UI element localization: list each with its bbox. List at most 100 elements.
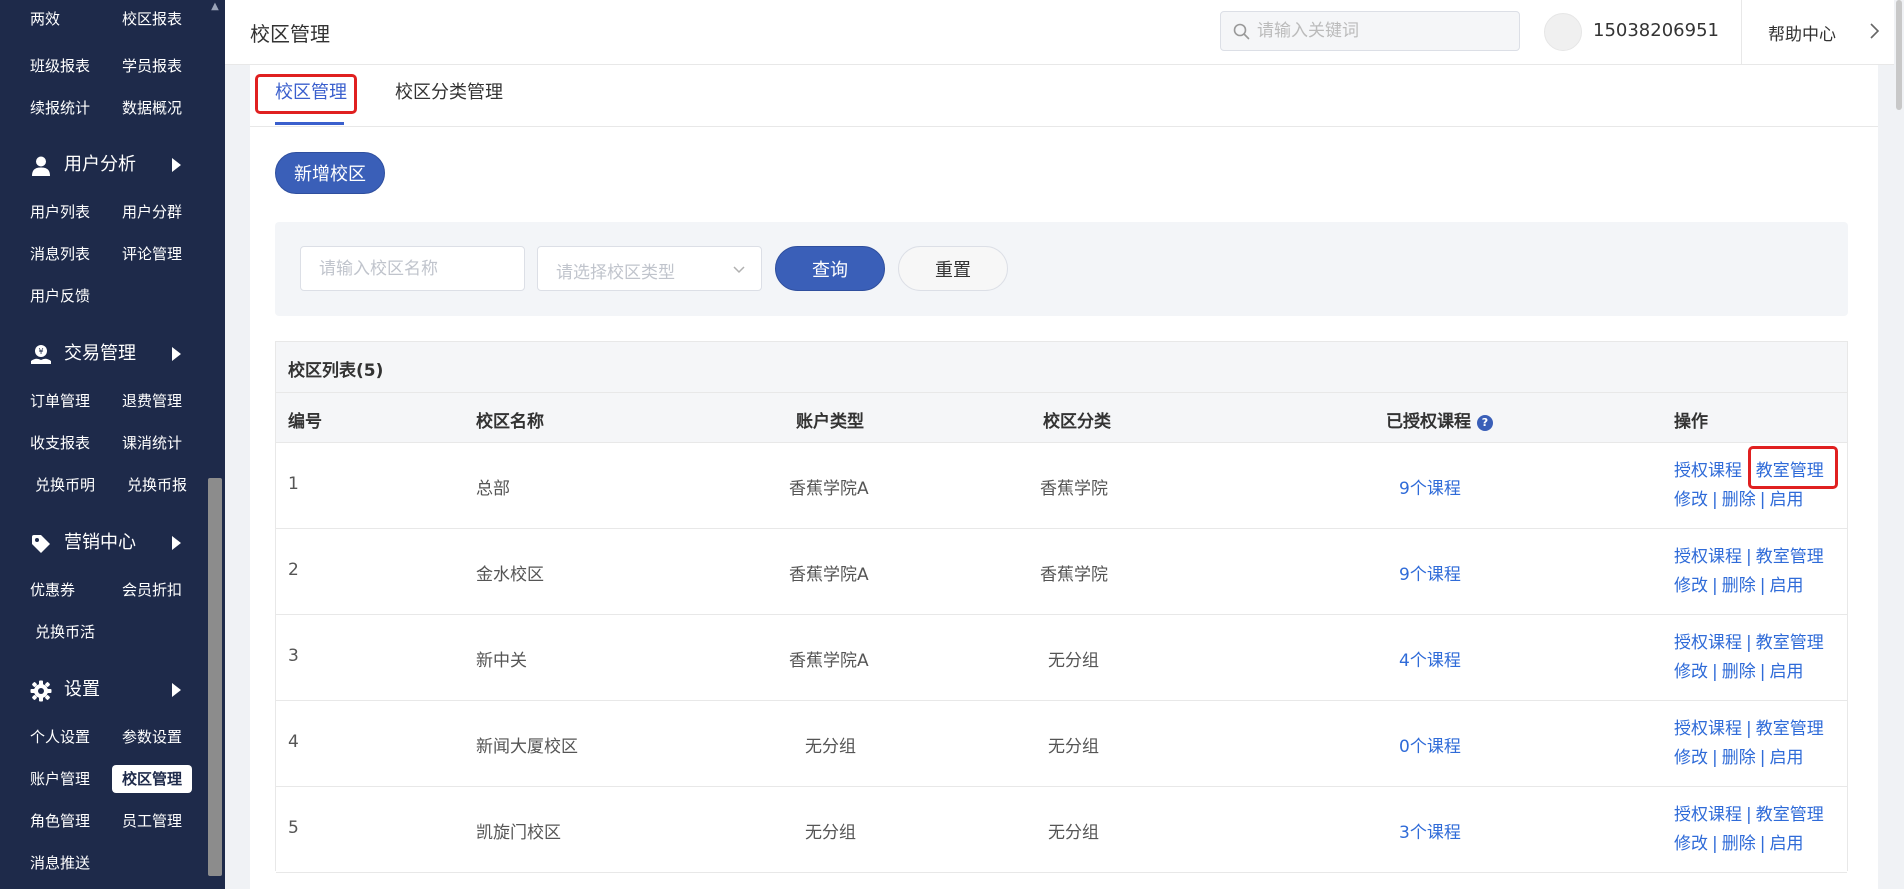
separator: | — [1759, 834, 1766, 854]
help-center-link[interactable]: 帮助中心 — [1768, 20, 1836, 45]
sidebar-row: 订单管理 退费管理 — [0, 379, 205, 421]
edit-link[interactable]: 修改 — [1674, 490, 1708, 510]
sidebar-item-personal-settings[interactable]: 个人设置 — [20, 723, 100, 751]
enable-link[interactable]: 启用 — [1769, 490, 1803, 510]
edit-link[interactable]: 修改 — [1674, 576, 1708, 596]
column-header-name: 校区名称 — [476, 412, 544, 432]
sidebar-group-marketing[interactable]: 营销中心 — [0, 519, 205, 567]
delete-link[interactable]: 删除 — [1722, 576, 1756, 596]
column-header-category: 校区分类 — [1043, 412, 1111, 432]
classroom-manage-link[interactable]: 教室管理 — [1756, 547, 1824, 567]
enable-link[interactable]: 启用 — [1769, 834, 1803, 854]
avatar[interactable] — [1544, 13, 1582, 51]
table-title: 校区列表(5) — [288, 361, 384, 381]
table-row: 5 凯旋门校区 无分组 无分组 3个课程 授权课程 | 教室管理 修改 | 删除 | 启用 — [276, 787, 1847, 873]
sidebar-group-user-analysis[interactable]: 用户分析 — [0, 141, 205, 189]
sidebar-item-message-list[interactable]: 消息列表 — [20, 240, 100, 268]
sidebar-item-student-report[interactable]: 学员报表 — [112, 52, 192, 80]
sidebar: 两效 校区报表 班级报表 学员报表 续报统计 数据概况 用户分析 用户列表 用户… — [0, 0, 225, 889]
sidebar-item-account-manage[interactable]: 账户管理 — [20, 765, 100, 793]
separator: | — [1712, 662, 1718, 682]
courses-link[interactable]: 3个课程 — [1399, 818, 1461, 843]
enable-link[interactable]: 启用 — [1769, 748, 1803, 768]
auth-course-link[interactable]: 授权课程 — [1674, 547, 1742, 567]
sidebar-item-data-overview[interactable]: 数据概况 — [112, 94, 192, 122]
sidebar-group-trade[interactable]: ¥ 交易管理 — [0, 330, 205, 378]
cell-account-type: 无分组 — [805, 737, 856, 757]
campus-type-select[interactable]: 请选择校区类型 — [537, 246, 762, 291]
add-campus-button[interactable]: 新增校区 — [275, 152, 385, 194]
sidebar-group-settings[interactable]: 设置 — [0, 666, 205, 714]
sidebar-group-label: 营销中心 — [64, 532, 136, 553]
auth-course-link[interactable]: 授权课程 — [1674, 461, 1742, 481]
edit-link[interactable]: 修改 — [1674, 662, 1708, 682]
classroom-manage-link[interactable]: 教室管理 — [1756, 719, 1824, 739]
sidebar-item-user-list[interactable]: 用户列表 — [20, 198, 100, 226]
chevron-right-icon[interactable] — [1866, 22, 1882, 40]
sidebar-item-user-segment[interactable]: 用户分群 — [112, 198, 192, 226]
sidebar-item-campus-report[interactable]: 校区报表 — [112, 5, 192, 33]
delete-link[interactable]: 删除 — [1722, 834, 1756, 854]
help-question-icon[interactable]: ? — [1477, 415, 1493, 431]
edit-link[interactable]: 修改 — [1674, 748, 1708, 768]
page-scrollbar-thumb[interactable] — [1896, 0, 1902, 110]
row-actions: 授权课程 | 教室管理 修改 | 删除 | 启用 — [1674, 801, 1824, 859]
sidebar-item-consumption-stats[interactable]: 课消统计 — [112, 429, 192, 457]
sidebar-item-renewal-stats[interactable]: 续报统计 — [20, 94, 100, 122]
search-input[interactable] — [1257, 12, 1507, 50]
sidebar-item-user-feedback[interactable]: 用户反馈 — [20, 282, 100, 310]
sidebar-item-coupon[interactable]: 优惠券 — [20, 576, 85, 604]
cell-category: 香蕉学院 — [1040, 479, 1108, 499]
sidebar-item-coin-activity[interactable]: 兑换币活 — [25, 618, 105, 646]
sidebar-item-coin-report[interactable]: 兑换币报 — [117, 471, 197, 499]
enable-link[interactable]: 启用 — [1769, 576, 1803, 596]
tab-bar: 校区管理 校区分类管理 — [250, 65, 1878, 127]
sidebar-row: 收支报表 课消统计 — [0, 421, 205, 463]
sidebar-item-order-manage[interactable]: 订单管理 — [20, 387, 100, 415]
campus-table: 校区列表(5) 编号 校区名称 账户类型 校区分类 已授权课程? 操作 1 总部… — [275, 341, 1848, 873]
cell-name: 总部 — [476, 479, 510, 499]
auth-course-link[interactable]: 授权课程 — [1674, 719, 1742, 739]
delete-link[interactable]: 删除 — [1722, 490, 1756, 510]
sidebar-item-coin-detail[interactable]: 兑换币明 — [25, 471, 105, 499]
sidebar-item-member-discount[interactable]: 会员折扣 — [112, 576, 192, 604]
courses-link[interactable]: 0个课程 — [1399, 732, 1461, 757]
courses-link[interactable]: 9个课程 — [1399, 474, 1461, 499]
global-search[interactable] — [1220, 11, 1520, 51]
edit-link[interactable]: 修改 — [1674, 834, 1708, 854]
cell-name: 新中关 — [476, 651, 527, 671]
auth-course-link[interactable]: 授权课程 — [1674, 633, 1742, 653]
sidebar-row: 用户反馈 — [0, 274, 205, 316]
scroll-up-icon[interactable]: ▲ — [208, 0, 222, 14]
sidebar-item-comment-manage[interactable]: 评论管理 — [112, 240, 192, 268]
delete-link[interactable]: 删除 — [1722, 748, 1756, 768]
auth-course-link[interactable]: 授权课程 — [1674, 805, 1742, 825]
page-scrollbar[interactable] — [1894, 0, 1904, 889]
courses-link[interactable]: 9个课程 — [1399, 560, 1461, 585]
sidebar-item-refund-manage[interactable]: 退费管理 — [112, 387, 192, 415]
sidebar-scrollbar-thumb[interactable] — [208, 478, 222, 876]
sidebar-item-role-manage[interactable]: 角色管理 — [20, 807, 100, 835]
user-phone[interactable]: 15038206951 — [1593, 20, 1719, 41]
sidebar-item-class-report[interactable]: 班级报表 — [20, 52, 100, 80]
separator: | — [1746, 805, 1752, 825]
campus-name-input[interactable] — [300, 246, 525, 291]
sidebar-item-liangxiao[interactable]: 两效 — [20, 5, 70, 33]
sidebar-item-income-report[interactable]: 收支报表 — [20, 429, 100, 457]
sidebar-item-campus-manage[interactable]: 校区管理 — [112, 765, 193, 793]
sidebar-item-staff-manage[interactable]: 员工管理 — [112, 807, 192, 835]
query-button[interactable]: 查询 — [775, 246, 885, 291]
sidebar-row: 消息推送 — [0, 841, 205, 883]
separator: | — [1746, 633, 1752, 653]
caret-right-icon — [172, 158, 181, 172]
reset-button[interactable]: 重置 — [898, 246, 1008, 291]
sidebar-item-param-settings[interactable]: 参数设置 — [112, 723, 192, 751]
tab-campus-category-manage[interactable]: 校区分类管理 — [395, 79, 503, 107]
sidebar-row: 兑换币活 — [0, 610, 205, 652]
classroom-manage-link[interactable]: 教室管理 — [1756, 805, 1824, 825]
classroom-manage-link[interactable]: 教室管理 — [1756, 633, 1824, 653]
sidebar-item-message-push[interactable]: 消息推送 — [20, 849, 100, 877]
delete-link[interactable]: 删除 — [1722, 662, 1756, 682]
enable-link[interactable]: 启用 — [1769, 662, 1803, 682]
courses-link[interactable]: 4个课程 — [1399, 646, 1461, 671]
